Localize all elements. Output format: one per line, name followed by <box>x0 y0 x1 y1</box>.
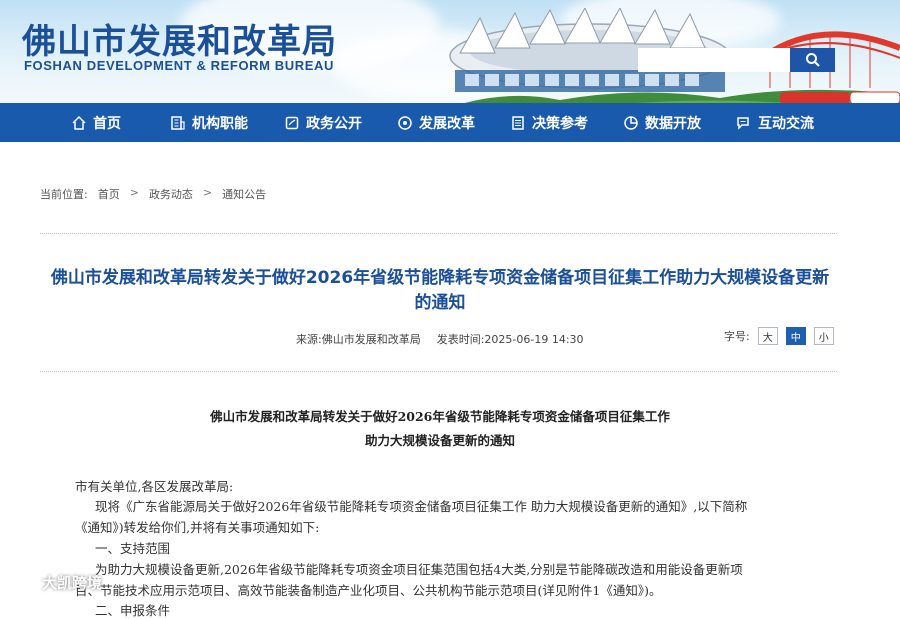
breadcrumb-separator: > <box>129 186 139 199</box>
article-publish-time: 发表时间:2025-06-19 14:30 <box>436 333 584 346</box>
home-icon <box>72 115 86 130</box>
site-title: 佛山市发展和改革局 <box>22 22 337 62</box>
nav-label: 首页 <box>93 115 121 132</box>
paragraph-line: 为助力大规模设备更新,2026年省级节能降耗专项资金项目征集范围包括4大类,分别… <box>95 562 743 577</box>
nav-label: 机构职能 <box>192 115 248 132</box>
paragraph-line: 目、节能技术应用示范项目、高效节能装备制造产业化项目、公共机构节能示范项目(详见… <box>75 583 662 598</box>
nav-item-decision-reference[interactable]: 决策参考 <box>510 103 588 142</box>
breadcrumb-separator: > <box>202 186 213 199</box>
article-title: 佛山市发展和改革局转发关于做好2026年省级节能降耗专项资金储备项目征集工作助力… <box>40 266 840 316</box>
font-size-label: 字号: <box>724 330 750 343</box>
font-size-small-button[interactable]: 小 <box>813 327 834 345</box>
nav-label: 发展改革 <box>419 115 475 132</box>
font-size-large-button[interactable]: 大 <box>757 327 778 345</box>
article-source: 来源:佛山市发展和改革局 <box>296 333 421 346</box>
nav-item-government-affairs[interactable]: 政务公开 <box>284 103 362 142</box>
nav-label: 决策参考 <box>532 115 588 132</box>
document-title-line: 佛山市发展和改革局转发关于做好2026年省级节能降耗专项资金储备项目征集工作 <box>210 409 670 424</box>
salutation: 市有关单位,各区发展改革局: <box>75 479 234 494</box>
pie-chart-icon <box>624 115 638 130</box>
header-banner: 佛山市发展和改革局 FOSHAN DEVELOPMENT & REFORM BU… <box>0 0 900 103</box>
chat-icon <box>737 116 749 130</box>
nav-item-interaction[interactable]: 互动交流 <box>736 103 814 142</box>
breadcrumb: 当前位置: 首页 > 政务动态 > 通知公告 <box>40 186 266 202</box>
document-icon <box>285 116 299 129</box>
nav-label: 互动交流 <box>758 115 814 132</box>
compass-icon <box>398 115 412 130</box>
font-size-switcher: 字号: 大 中 小 <box>724 327 834 345</box>
paragraph-line: 《通知》)转发给你们,并将有关事项通知如下: <box>75 520 320 535</box>
divider <box>40 233 837 234</box>
breadcrumb-label: 当前位置: <box>40 188 88 201</box>
section-heading: 一、支持范围 <box>95 541 171 556</box>
breadcrumb-home-link[interactable]: 首页 <box>98 186 120 202</box>
article-title-line: 佛山市发展和改革局转发关于做好2026年省级节能降耗专项资金储备项目征集工作助力… <box>50 268 830 288</box>
nav-item-development-reform[interactable]: 发展改革 <box>397 103 475 142</box>
nav-item-open-data[interactable]: 数据开放 <box>623 103 701 142</box>
article-meta: 来源:佛山市发展和改革局 发表时间:2025-06-19 14:30 <box>296 331 584 347</box>
site-subtitle: FOSHAN DEVELOPMENT & REFORM BUREAU <box>24 58 335 73</box>
watermark: 大凯跨境 <box>8 572 102 593</box>
breadcrumb-notice-link[interactable]: 通知公告 <box>222 186 266 202</box>
nav-label: 政务公开 <box>306 115 362 132</box>
list-icon <box>512 115 524 130</box>
nav-item-organization[interactable]: 机构职能 <box>170 103 248 142</box>
document-title-line: 助力大规模设备更新的通知 <box>364 433 515 448</box>
watermark-logo-icon <box>9 574 37 591</box>
divider <box>40 371 837 372</box>
font-size-medium-button[interactable]: 中 <box>785 327 806 345</box>
search-icon <box>805 53 820 67</box>
nav-label: 数据开放 <box>645 115 701 132</box>
nav-item-home[interactable]: 首页 <box>71 103 121 142</box>
search-input[interactable] <box>638 48 790 72</box>
article-title-line: 的通知 <box>414 293 466 313</box>
section-heading: 二、申报条件 <box>95 603 171 618</box>
building-icon <box>171 115 185 130</box>
watermark-text: 大凯跨境 <box>42 574 103 592</box>
breadcrumb-news-link[interactable]: 政务动态 <box>149 186 193 202</box>
search-button[interactable] <box>790 48 835 72</box>
main-nav: 首页 机构职能 政务公开 发展改革 决策参考 数据开放 互动交流 <box>0 103 900 142</box>
paragraph-line: 现将《广东省能源局关于做好2026年省级节能降耗专项资金储备项目征集工作 助力大… <box>95 499 748 514</box>
